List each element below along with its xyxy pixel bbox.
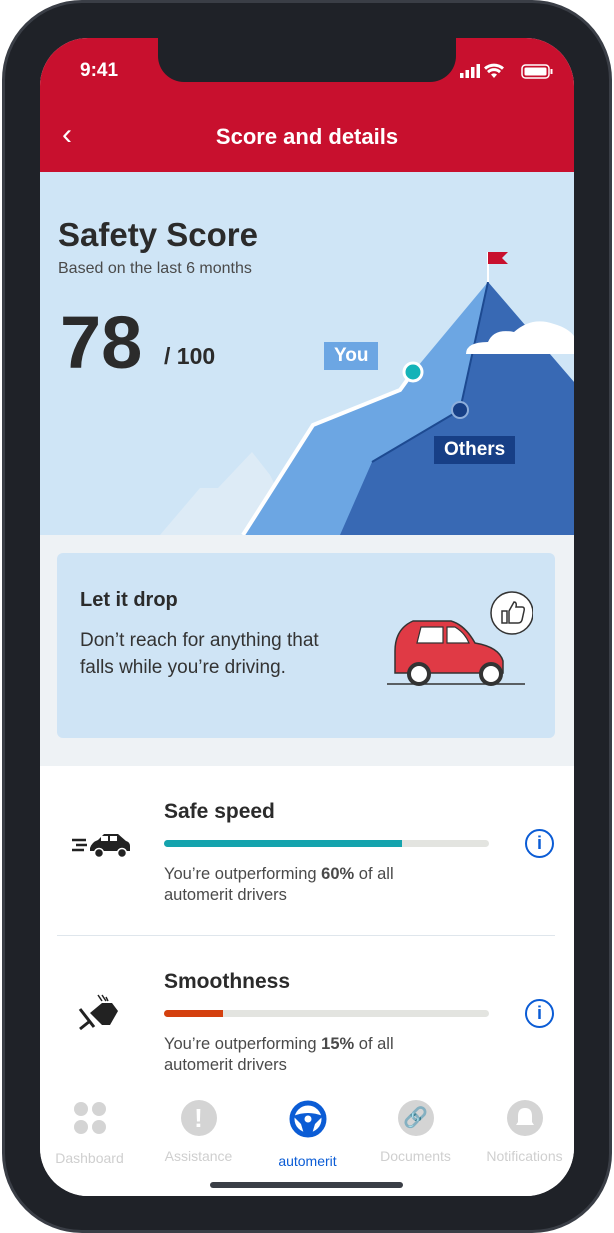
tip-card: Let it drop Don’t reach for anything tha… (57, 553, 555, 738)
metric-progress-bar (164, 840, 489, 847)
tab-label: Assistance (164, 1148, 233, 1164)
you-label: You (324, 342, 379, 370)
score-value: 78 (60, 301, 143, 384)
alert-icon: ! (180, 1100, 217, 1136)
paperclip-icon: 🔗 (397, 1100, 434, 1136)
tip-section: Let it drop Don’t reach for anything tha… (40, 535, 574, 766)
steering-wheel-icon (289, 1100, 326, 1138)
desc-value: 60% (321, 865, 355, 883)
metric-progress-fill (164, 840, 402, 847)
score-title: Safety Score (58, 216, 258, 253)
metric-description: You’re outperforming 60% of all automeri… (164, 864, 464, 906)
info-button[interactable]: i (525, 999, 554, 1028)
speeding-car-icon (72, 834, 130, 859)
metric-title: Smoothness (164, 970, 291, 993)
info-icon: i (536, 833, 542, 853)
metric-description: You’re outperforming 15% of all automeri… (164, 1034, 464, 1076)
tab-automerit[interactable]: automerit (254, 1100, 361, 1169)
tab-dashboard[interactable]: Dashboard (40, 1100, 143, 1166)
others-label: Others (434, 436, 516, 464)
tab-documents[interactable]: 🔗 Documents (362, 1100, 469, 1164)
tab-notifications[interactable]: Notifications (471, 1100, 574, 1164)
page-title: Score and details (215, 124, 399, 149)
info-button[interactable]: i (525, 829, 554, 858)
score-subtitle: Based on the last 6 months (58, 260, 252, 277)
desc-prefix: You’re outperforming (164, 865, 322, 883)
tab-label: Documents (380, 1148, 451, 1164)
metric-progress-bar (164, 1010, 489, 1017)
tab-label: Notifications (486, 1148, 563, 1164)
info-icon: i (536, 1003, 542, 1023)
brake-pedal-icon (78, 994, 118, 1031)
tip-body: Don’t reach for anything that falls whil… (80, 630, 319, 678)
status-icons (460, 63, 553, 79)
tab-assistance[interactable]: ! Assistance (145, 1100, 252, 1164)
screen: 9:41 ‹ Score and details Safety Score Ba… (40, 38, 574, 1196)
desc-prefix: You’re outperforming (164, 1035, 322, 1053)
tab-label: automerit (278, 1153, 337, 1169)
desc-value: 15% (321, 1035, 355, 1053)
notch (158, 38, 456, 82)
metric-progress-fill (164, 1010, 224, 1017)
dashboard-icon (73, 1102, 106, 1134)
bell-icon (506, 1100, 543, 1136)
safety-score-hero: Safety Score Based on the last 6 months … (40, 172, 574, 535)
metric-title: Safe speed (164, 800, 275, 823)
tip-title: Let it drop (80, 589, 178, 611)
score-max: / 100 (164, 343, 216, 369)
tab-label: Dashboard (55, 1150, 124, 1166)
car-thumbs-up-icon (387, 591, 533, 686)
home-indicator[interactable] (210, 1182, 403, 1188)
status-time: 9:41 (80, 60, 119, 81)
divider (57, 935, 555, 936)
